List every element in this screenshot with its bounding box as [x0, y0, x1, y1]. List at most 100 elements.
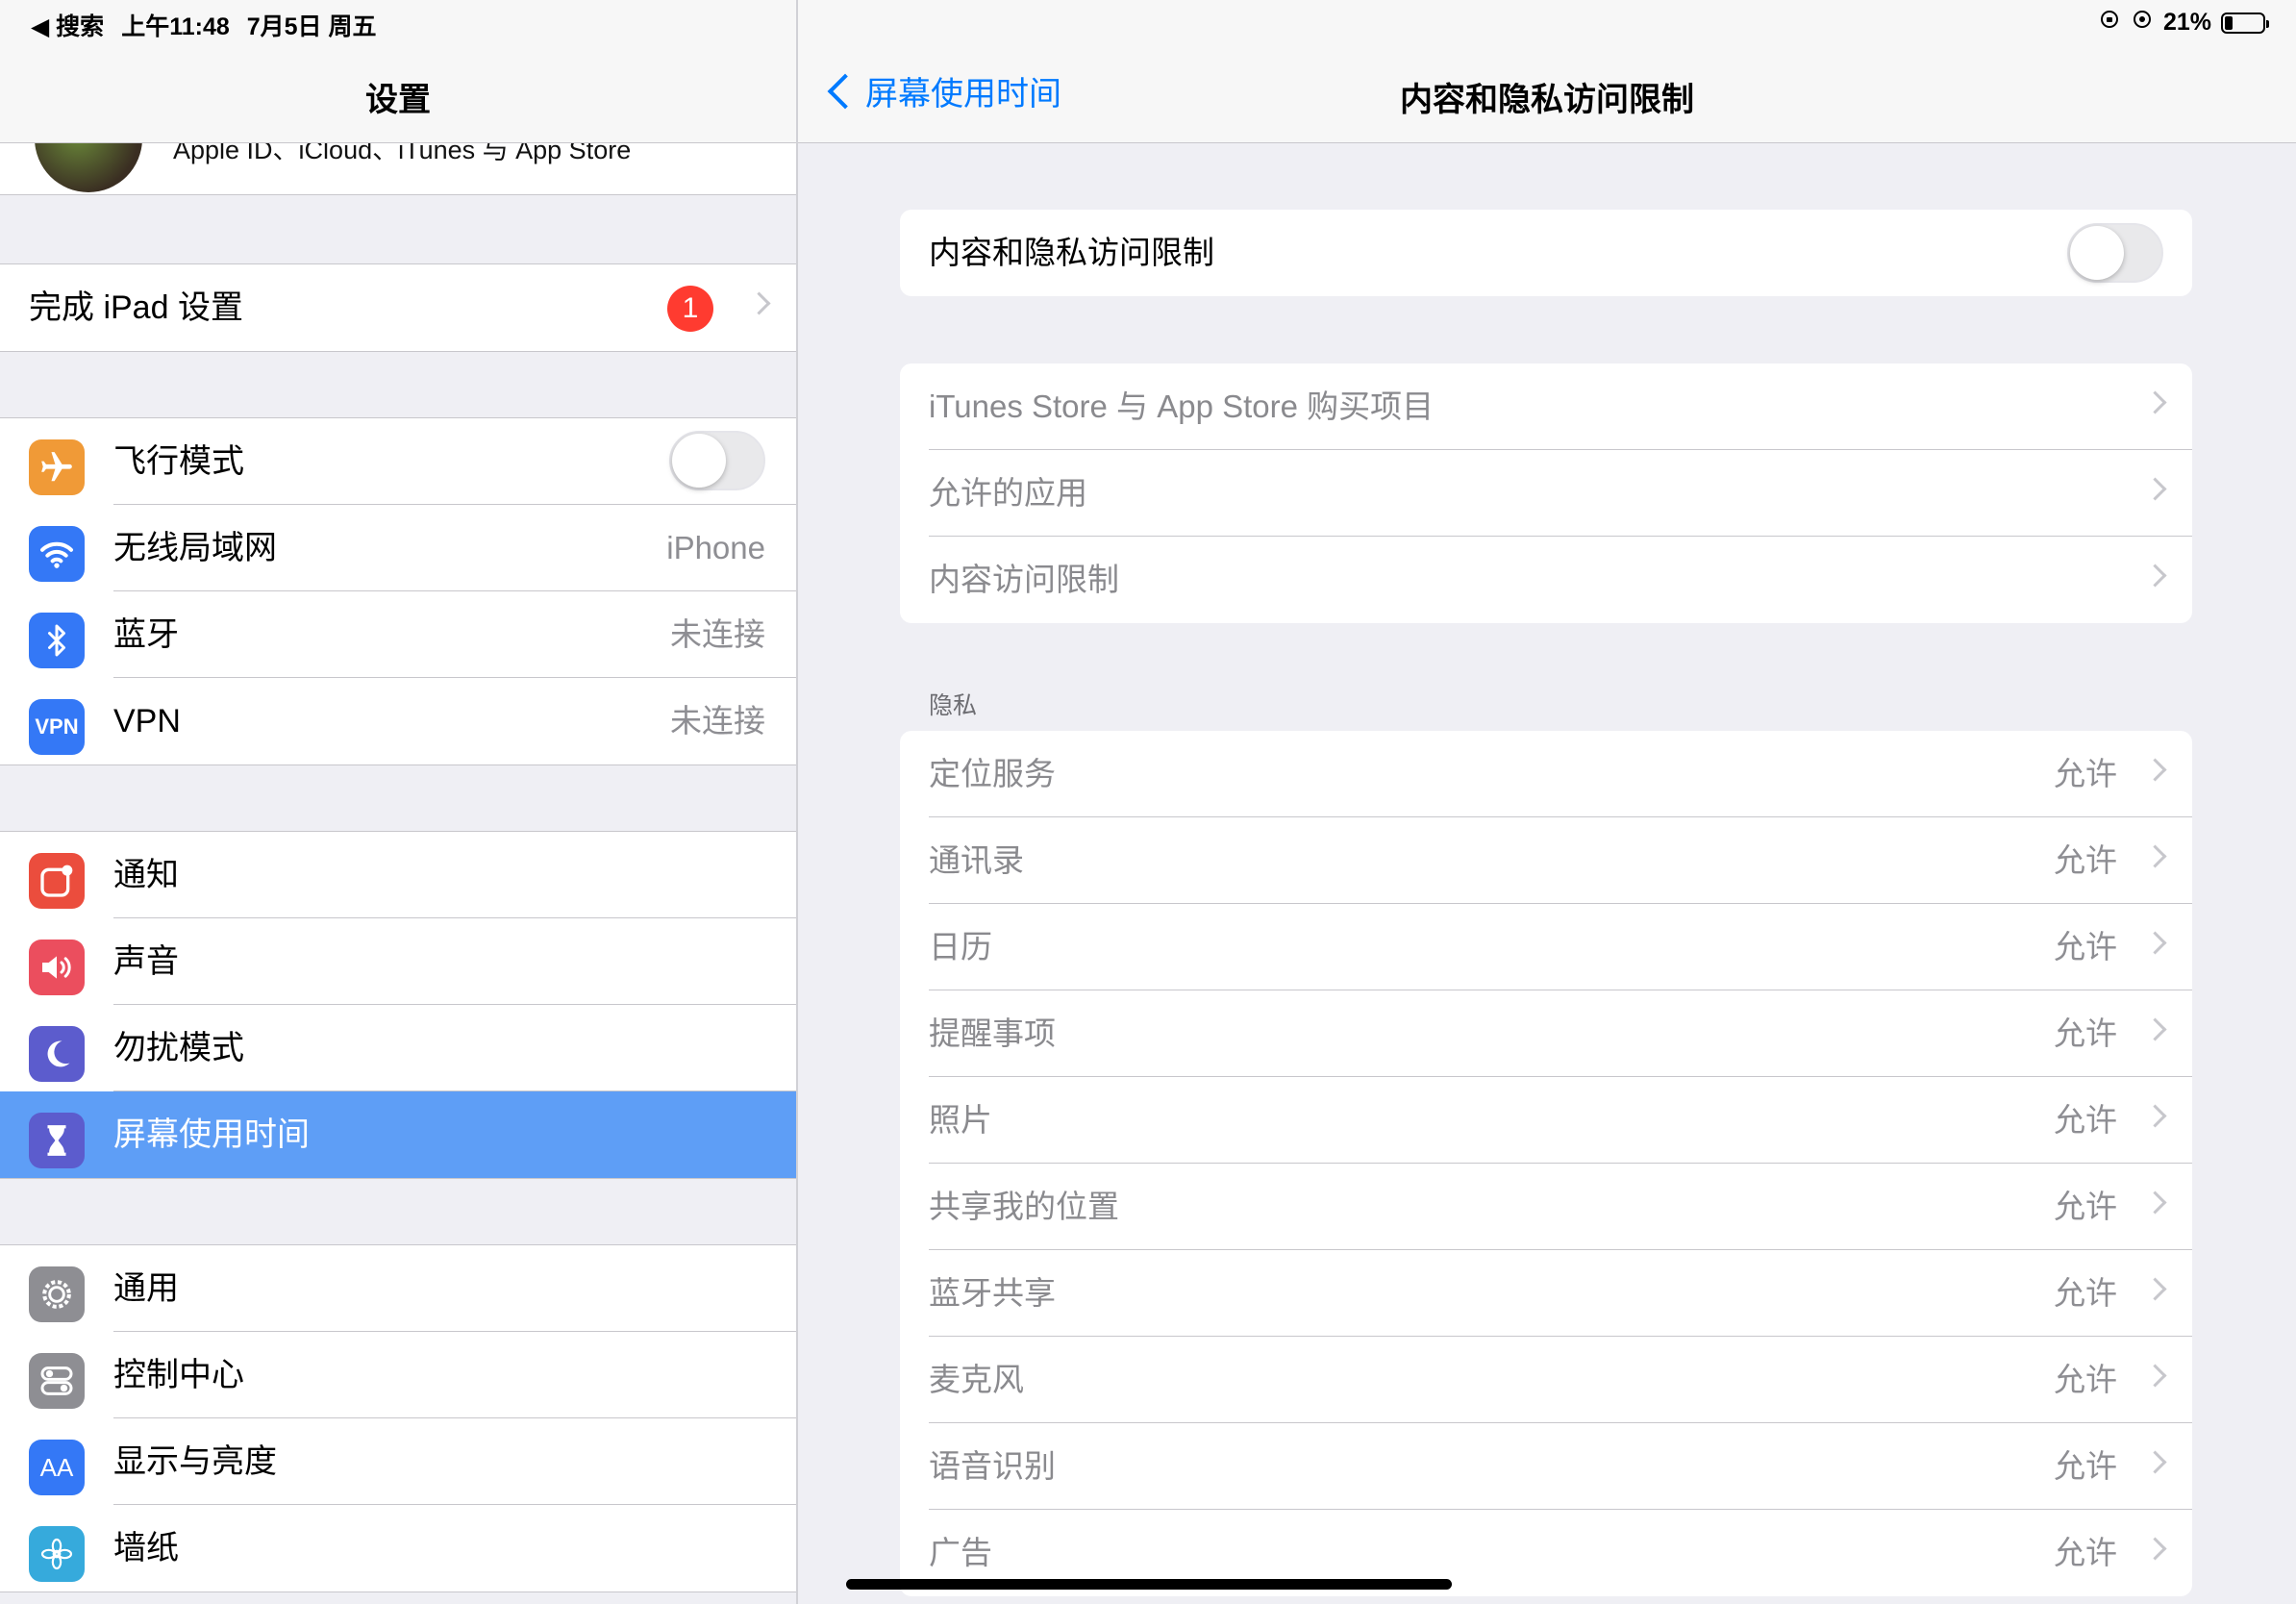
chevron-right-icon: [2143, 1017, 2167, 1041]
wallpaper-icon: [29, 1526, 85, 1582]
list-item-share-my-location[interactable]: 共享我的位置 允许: [900, 1164, 2192, 1250]
finish-setup-label: 完成 iPad 设置: [29, 289, 243, 326]
sidebar-item-control-center[interactable]: 控制中心: [0, 1332, 796, 1418]
battery-level-fill: [2225, 15, 2233, 30]
sidebar-item-label: 无线局域网: [113, 530, 277, 566]
list-item-value: 允许: [2054, 1362, 2117, 1397]
connectivity-group: 飞行模式 无线局域网 iPhone 蓝牙 未连接 VPN VPN 未连接: [0, 417, 796, 765]
list-item-value: 允许: [2054, 1015, 2117, 1051]
settings-sidebar: 设置 Apple ID、iCloud、iTunes 与 App Store 完成…: [0, 0, 796, 1604]
bluetooth-status-value: 未连接: [670, 616, 765, 652]
general-group: 通用 控制中心 AA 显示与亮度 墙纸: [0, 1244, 796, 1592]
control-center-icon: [29, 1353, 85, 1409]
apple-id-row[interactable]: Apple ID、iCloud、iTunes 与 App Store: [0, 142, 796, 195]
wifi-network-value: iPhone: [666, 530, 765, 565]
hourglass-icon: [29, 1113, 85, 1168]
list-item-label: 语音识别: [929, 1448, 1056, 1484]
list-item-label: 允许的应用: [929, 475, 1087, 511]
list-item-speech-recognition[interactable]: 语音识别 允许: [900, 1423, 2192, 1510]
list-item-content-restrictions[interactable]: 内容访问限制: [900, 537, 2192, 623]
list-item-label: 提醒事项: [929, 1015, 1056, 1051]
list-item-value: 允许: [2054, 929, 2117, 965]
sidebar-item-do-not-disturb[interactable]: 勿扰模式: [0, 1005, 796, 1091]
chevron-right-icon: [2143, 1190, 2167, 1215]
airplane-icon: [29, 439, 85, 495]
store-restrictions-card: iTunes Store 与 App Store 购买项目 允许的应用 内容访问…: [900, 363, 2192, 623]
chevron-right-icon: [2143, 758, 2167, 782]
list-item-location-services[interactable]: 定位服务 允许: [900, 731, 2192, 817]
chevron-right-icon: [2143, 1364, 2167, 1388]
list-item-itunes-app-store-purchases[interactable]: iTunes Store 与 App Store 购买项目: [900, 363, 2192, 450]
avatar: [35, 142, 142, 192]
sidebar-item-display-brightness[interactable]: AA 显示与亮度: [0, 1418, 796, 1505]
list-item-label: 照片: [929, 1102, 992, 1138]
vpn-status-value: 未连接: [670, 703, 765, 739]
chevron-right-icon: [2143, 1450, 2167, 1474]
status-bar: ◀ 搜索 上午11:48 7月5日 周五 21%: [0, 0, 2296, 44]
sidebar-item-label: 通知: [113, 857, 179, 893]
list-item-allowed-apps[interactable]: 允许的应用: [900, 450, 2192, 537]
list-item-bluetooth-sharing[interactable]: 蓝牙共享 允许: [900, 1250, 2192, 1337]
sidebar-item-vpn[interactable]: VPN VPN 未连接: [0, 678, 796, 764]
chevron-right-icon: [2143, 844, 2167, 868]
status-time: 上午11:48: [121, 13, 230, 40]
notifications-icon: [29, 853, 85, 909]
restrictions-toggle-card: 内容和隐私访问限制: [900, 210, 2192, 296]
chevron-right-icon: [2143, 390, 2167, 414]
list-item-label: 定位服务: [929, 756, 1056, 791]
wifi-icon: [29, 526, 85, 582]
chevron-right-icon: [2143, 1277, 2167, 1301]
orientation-lock-icon: [2098, 8, 2121, 38]
list-item-value: 允许: [2054, 1102, 2117, 1138]
airplane-mode-toggle[interactable]: [669, 431, 765, 490]
sidebar-item-airplane-mode[interactable]: 飞行模式: [0, 418, 796, 505]
list-item-value: 允许: [2054, 1189, 2117, 1224]
content-privacy-restrictions-toggle[interactable]: [2067, 223, 2163, 283]
battery-percent: 21%: [2162, 9, 2211, 36]
sidebar-item-label: VPN: [113, 703, 181, 739]
sidebar-item-label: 屏幕使用时间: [113, 1116, 310, 1153]
list-item-value: 允许: [2054, 842, 2117, 878]
sidebar-item-wallpaper[interactable]: 墙纸: [0, 1505, 796, 1591]
sidebar-item-general[interactable]: 通用: [0, 1245, 796, 1332]
list-item-reminders[interactable]: 提醒事项 允许: [900, 990, 2192, 1077]
list-item-label: 日历: [929, 929, 992, 965]
back-to-app-link[interactable]: ◀ 搜索: [31, 8, 104, 42]
list-item-contacts[interactable]: 通讯录 允许: [900, 817, 2192, 904]
moon-icon: [29, 1026, 85, 1082]
list-item-photos[interactable]: 照片 允许: [900, 1077, 2192, 1164]
sidebar-item-wifi[interactable]: 无线局域网 iPhone: [0, 505, 796, 591]
status-date: 7月5日 周五: [246, 13, 377, 40]
apple-id-subtitle: Apple ID、iCloud、iTunes 与 App Store: [173, 142, 632, 164]
sound-icon: [29, 940, 85, 995]
display-icon: AA: [29, 1440, 85, 1495]
notification-badge: 1: [667, 286, 713, 332]
sidebar-item-notifications[interactable]: 通知: [0, 832, 796, 918]
vpn-icon: VPN: [29, 699, 85, 755]
chevron-right-icon: [2143, 477, 2167, 501]
list-item-value: 允许: [2054, 1448, 2117, 1484]
list-item-calendars[interactable]: 日历 允许: [900, 904, 2192, 990]
sidebar-title: 设置: [365, 82, 431, 118]
restrictions-toggle-label: 内容和隐私访问限制: [929, 235, 1214, 270]
page-title: 内容和隐私访问限制: [1400, 82, 1694, 118]
list-item-label: 通讯录: [929, 842, 1024, 878]
sidebar-item-label: 勿扰模式: [113, 1030, 244, 1066]
list-item-value: 允许: [2054, 1535, 2117, 1570]
gear-icon: [29, 1266, 85, 1322]
list-item-label: 共享我的位置: [929, 1189, 1119, 1224]
sidebar-item-sounds[interactable]: 声音: [0, 918, 796, 1005]
home-indicator[interactable]: [846, 1579, 1452, 1590]
sidebar-item-screen-time[interactable]: 屏幕使用时间: [0, 1091, 796, 1178]
chevron-right-icon: [747, 291, 771, 315]
finish-ipad-setup-row[interactable]: 完成 iPad 设置 1: [0, 264, 796, 351]
screen-mirroring-icon: [2131, 8, 2154, 38]
restrictions-toggle-row: 内容和隐私访问限制: [900, 210, 2192, 296]
sidebar-item-bluetooth[interactable]: 蓝牙 未连接: [0, 591, 796, 678]
list-item-microphone[interactable]: 麦克风 允许: [900, 1337, 2192, 1423]
alerts-group: 通知 声音 勿扰模式 屏幕使用时间: [0, 831, 796, 1179]
chevron-right-icon: [2143, 1104, 2167, 1128]
sidebar-item-label: 飞行模式: [113, 443, 244, 480]
list-item-label: 蓝牙共享: [929, 1275, 1056, 1311]
list-item-label: 内容访问限制: [929, 562, 1119, 597]
